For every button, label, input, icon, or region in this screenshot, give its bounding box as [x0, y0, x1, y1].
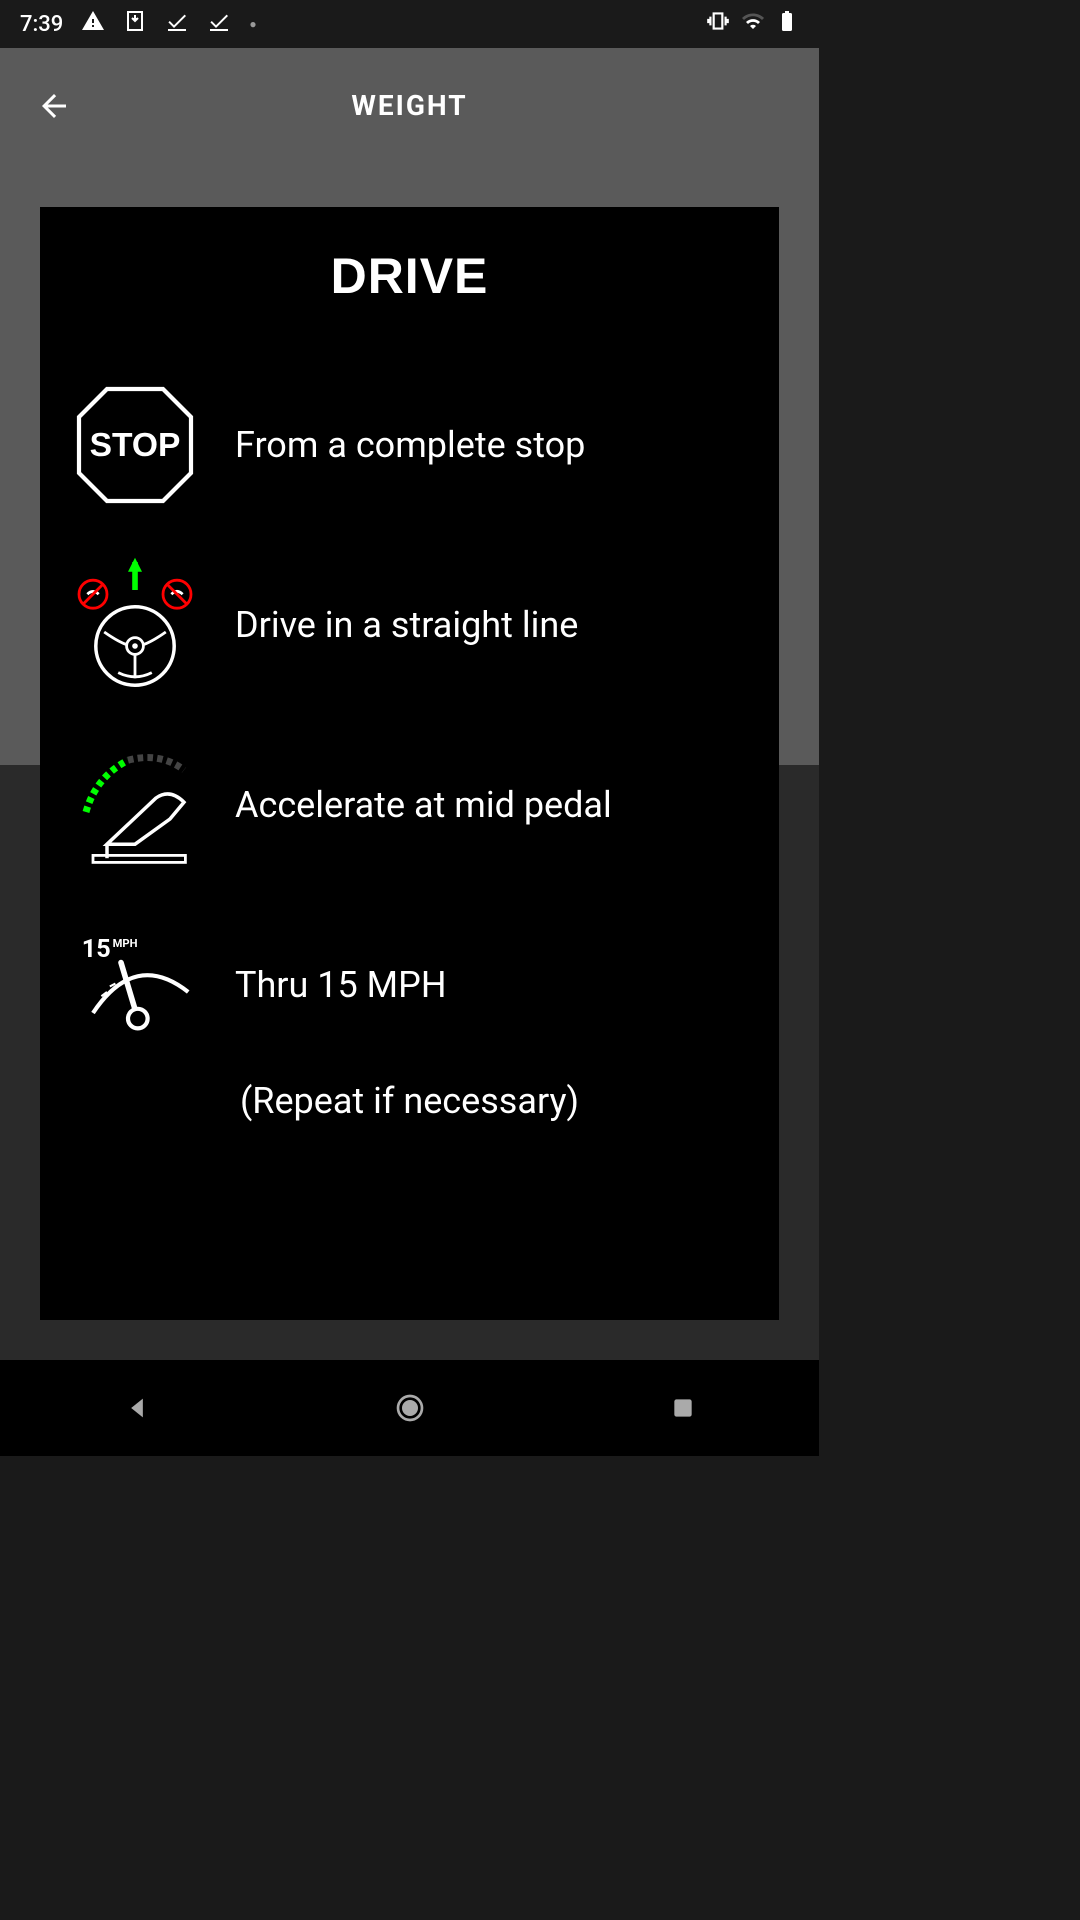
- instruction-text: From a complete stop: [235, 424, 585, 466]
- svg-text:MPH: MPH: [113, 937, 138, 950]
- status-time: 7:39: [20, 12, 63, 37]
- svg-text:STOP: STOP: [90, 427, 181, 464]
- vibrate-icon: [705, 8, 731, 40]
- download-icon: [123, 9, 147, 39]
- page-title: WEIGHT: [0, 89, 819, 122]
- accelerator-pedal-icon: [65, 735, 205, 875]
- instruction-text: Thru 15 MPH: [235, 964, 447, 1006]
- nav-home-button[interactable]: [380, 1378, 440, 1438]
- instruction-text: Drive in a straight line: [235, 604, 578, 646]
- stop-sign-icon: STOP: [65, 375, 205, 515]
- instruction-text: Accelerate at mid pedal: [235, 784, 612, 826]
- wifi-icon: [741, 9, 765, 39]
- drive-instructions-modal: DRIVE STOP From a complete stop: [40, 207, 779, 1320]
- check-icon: [165, 9, 189, 39]
- dot-icon: ●: [249, 17, 256, 31]
- speedometer-icon: 15 MPH: [65, 915, 205, 1055]
- battery-icon: [775, 9, 799, 39]
- nav-back-button[interactable]: [107, 1378, 167, 1438]
- warning-icon: [81, 9, 105, 39]
- check-icon: [207, 9, 231, 39]
- instruction-row: Drive in a straight line: [60, 555, 759, 695]
- repeat-note: (Repeat if necessary): [60, 1080, 759, 1122]
- back-button[interactable]: [30, 82, 78, 130]
- app-header: WEIGHT: [0, 48, 819, 163]
- modal-title: DRIVE: [60, 247, 759, 305]
- nav-recent-button[interactable]: [653, 1378, 713, 1438]
- android-nav-bar: [0, 1360, 819, 1456]
- instruction-row: 15 MPH Thru 15 MPH: [60, 915, 759, 1055]
- steering-wheel-straight-icon: [65, 555, 205, 695]
- svg-text:15: 15: [82, 935, 111, 964]
- status-bar: 7:39 ●: [0, 0, 819, 48]
- instruction-row: STOP From a complete stop: [60, 375, 759, 515]
- instruction-row: Accelerate at mid pedal: [60, 735, 759, 875]
